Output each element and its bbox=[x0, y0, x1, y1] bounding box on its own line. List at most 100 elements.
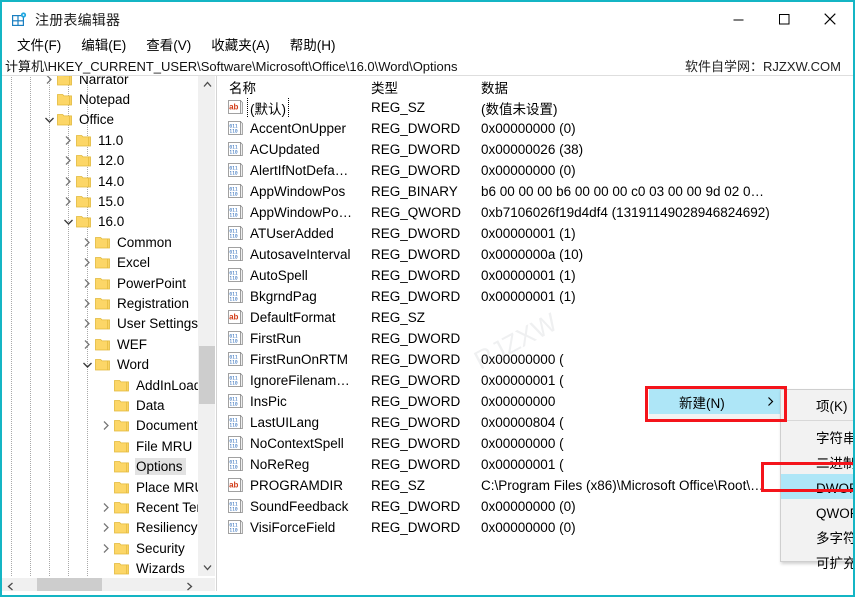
menu-help[interactable]: 帮助(H) bbox=[280, 32, 346, 56]
table-row[interactable]: abDefaultFormatREG_SZ bbox=[221, 307, 853, 328]
table-row[interactable]: 011110AlertIfNotDefa…REG_DWORD0x00000000… bbox=[221, 160, 853, 181]
tree-item-label: File MRU bbox=[135, 438, 195, 455]
chevron-right-icon[interactable] bbox=[79, 255, 95, 271]
tree-item-place-mru[interactable]: Place MRU bbox=[2, 477, 198, 497]
menu-edit[interactable]: 编辑(E) bbox=[71, 32, 136, 56]
table-row[interactable]: 011110SoundFeedbackREG_DWORD0x00000000 (… bbox=[221, 496, 853, 517]
close-button[interactable] bbox=[807, 2, 853, 36]
tree-scroll-thumb[interactable] bbox=[199, 346, 216, 404]
tree-item-addinloadti[interactable]: AddInLoadTi bbox=[2, 375, 198, 395]
tree-item-11-0[interactable]: 11.0 bbox=[2, 130, 198, 150]
scroll-down-icon[interactable] bbox=[199, 559, 216, 576]
folder-icon bbox=[95, 317, 110, 330]
tree-item-word[interactable]: Word bbox=[2, 354, 198, 374]
chevron-right-icon[interactable] bbox=[60, 132, 76, 148]
value-name-cell: abPROGRAMDIR bbox=[221, 478, 363, 493]
folder-icon bbox=[57, 113, 72, 126]
chevron-right-icon[interactable] bbox=[98, 418, 114, 434]
value-name-cell: 011110AlertIfNotDefa… bbox=[221, 163, 363, 178]
chevron-down-icon[interactable] bbox=[79, 357, 95, 373]
table-row[interactable]: 011110ACUpdatedREG_DWORD0x00000026 (38) bbox=[221, 139, 853, 160]
chevron-right-icon[interactable] bbox=[79, 336, 95, 352]
chevron-down-icon[interactable] bbox=[60, 214, 76, 230]
submenu-item-dword-value[interactable]: DWORD (32 位)值(D) bbox=[781, 474, 853, 499]
chevron-right-icon[interactable] bbox=[79, 275, 95, 291]
tree-item-options[interactable]: Options bbox=[2, 456, 198, 476]
chevron-right-icon[interactable] bbox=[60, 153, 76, 169]
tree-vertical-scrollbar[interactable] bbox=[198, 76, 215, 576]
tree-spacer bbox=[98, 438, 114, 454]
menu-view[interactable]: 查看(V) bbox=[136, 32, 201, 56]
dword-value-icon: 011110 bbox=[228, 289, 243, 304]
table-row[interactable]: abPROGRAMDIRREG_SZC:\Program Files (x86)… bbox=[221, 475, 853, 496]
tree-item-registration[interactable]: Registration bbox=[2, 293, 198, 313]
tree-item-data[interactable]: Data bbox=[2, 395, 198, 415]
column-header-name[interactable]: 名称 bbox=[221, 77, 363, 97]
table-row[interactable]: 011110AutosaveIntervalREG_DWORD0x0000000… bbox=[221, 244, 853, 265]
submenu-item-binary-value[interactable]: 二进制值(B) bbox=[781, 449, 853, 474]
table-row[interactable]: 011110AccentOnUpperREG_DWORD0x00000000 (… bbox=[221, 118, 853, 139]
submenu-item-expandstring[interactable]: 可扩充字符串值(E) bbox=[781, 549, 853, 574]
table-row[interactable]: ab(默认)REG_SZ(数值未设置) bbox=[221, 97, 853, 118]
submenu-separator bbox=[783, 420, 853, 421]
tree-item-12-0[interactable]: 12.0 bbox=[2, 151, 198, 171]
scroll-up-icon[interactable] bbox=[199, 76, 216, 93]
tree-item-file-mru[interactable]: File MRU bbox=[2, 436, 198, 456]
tree-item-16-0[interactable]: 16.0 bbox=[2, 212, 198, 232]
table-row[interactable]: 011110BkgrndPagREG_DWORD0x00000001 (1) bbox=[221, 286, 853, 307]
table-row[interactable]: 011110NoContextSpellREG_DWORD0x00000000 … bbox=[221, 433, 853, 454]
tree-item-recent-temp[interactable]: Recent Temp bbox=[2, 497, 198, 517]
column-header-type[interactable]: 类型 bbox=[363, 77, 473, 97]
svg-text:110: 110 bbox=[229, 465, 238, 471]
chevron-right-icon[interactable] bbox=[79, 234, 95, 250]
tree-item-14-0[interactable]: 14.0 bbox=[2, 171, 198, 191]
tree-item-office[interactable]: Office bbox=[2, 110, 198, 130]
tree-item-notepad[interactable]: Notepad bbox=[2, 89, 198, 109]
string-value-icon: ab bbox=[228, 478, 243, 493]
table-row[interactable]: 011110FirstRunOnRTMREG_DWORD0x00000000 ( bbox=[221, 349, 853, 370]
menu-favorites[interactable]: 收藏夹(A) bbox=[201, 32, 280, 56]
table-row[interactable]: 011110NoReRegREG_DWORD0x00000001 ( bbox=[221, 454, 853, 475]
chevron-right-icon[interactable] bbox=[79, 295, 95, 311]
tree-item-security[interactable]: Security bbox=[2, 538, 198, 558]
address-bar[interactable]: 计算机\HKEY_CURRENT_USER\Software\Microsoft… bbox=[2, 55, 853, 76]
submenu-item-string-value[interactable]: 字符串值(S) bbox=[781, 424, 853, 449]
chevron-right-icon[interactable] bbox=[60, 173, 76, 189]
submenu-item-qword-value[interactable]: QWORD (64 位)值(Q) bbox=[781, 499, 853, 524]
context-menu-new-item[interactable]: 新建(N) bbox=[649, 389, 783, 414]
maximize-button[interactable] bbox=[761, 2, 807, 36]
table-row[interactable]: 011110AppWindowPosREG_BINARYb6 00 00 00 … bbox=[221, 181, 853, 202]
submenu-item-multistring[interactable]: 多字符串值(M) bbox=[781, 524, 853, 549]
tree-item-user-settings[interactable]: User Settings bbox=[2, 314, 198, 334]
value-name: NoReReg bbox=[248, 457, 311, 472]
tree-item-powerpoint[interactable]: PowerPoint bbox=[2, 273, 198, 293]
chevron-right-icon[interactable] bbox=[60, 194, 76, 210]
context-menu-new-label: 新建(N) bbox=[679, 392, 725, 412]
value-type: REG_DWORD bbox=[363, 457, 473, 472]
chevron-right-icon[interactable] bbox=[98, 540, 114, 556]
chevron-right-icon[interactable] bbox=[41, 76, 57, 87]
minimize-button[interactable] bbox=[715, 2, 761, 36]
tree-item-resiliency[interactable]: Resiliency bbox=[2, 518, 198, 538]
table-row[interactable]: 011110IgnoreFilenam…REG_DWORD0x00000001 … bbox=[221, 370, 853, 391]
tree-item-documentte[interactable]: DocumentTe bbox=[2, 416, 198, 436]
tree-item-narrator[interactable]: Narrator bbox=[2, 76, 198, 89]
tree-item-wizards[interactable]: Wizards bbox=[2, 558, 198, 576]
tree-item-common[interactable]: Common bbox=[2, 232, 198, 252]
chevron-right-icon[interactable] bbox=[98, 520, 114, 536]
table-row[interactable]: 011110ATUserAddedREG_DWORD0x00000001 (1) bbox=[221, 223, 853, 244]
window-controls bbox=[715, 2, 853, 36]
tree-item-excel[interactable]: Excel bbox=[2, 253, 198, 273]
menu-file[interactable]: 文件(F) bbox=[7, 32, 71, 56]
tree-item-wef[interactable]: WEF bbox=[2, 334, 198, 354]
submenu-item-key[interactable]: 项(K) bbox=[781, 392, 853, 417]
chevron-right-icon[interactable] bbox=[79, 316, 95, 332]
table-row[interactable]: 011110AppWindowPo…REG_QWORD0xb7106026f19… bbox=[221, 202, 853, 223]
chevron-down-icon[interactable] bbox=[41, 112, 57, 128]
table-row[interactable]: 011110AutoSpellREG_DWORD0x00000001 (1) bbox=[221, 265, 853, 286]
table-row[interactable]: 011110FirstRunREG_DWORD bbox=[221, 328, 853, 349]
column-header-data[interactable]: 数据 bbox=[473, 77, 853, 97]
tree-item-15-0[interactable]: 15.0 bbox=[2, 191, 198, 211]
table-row[interactable]: 011110VisiForceFieldREG_DWORD0x00000000 … bbox=[221, 517, 853, 538]
chevron-right-icon[interactable] bbox=[98, 499, 114, 515]
